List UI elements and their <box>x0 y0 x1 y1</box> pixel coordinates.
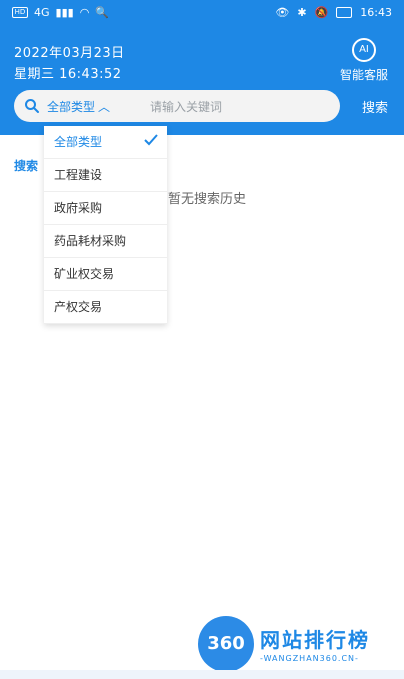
type-selector[interactable]: 全部类型 ︿ <box>47 98 110 115</box>
chevron-up-icon: ︿ <box>98 100 111 114</box>
dropdown-option-government-procurement[interactable]: 政府采购 <box>44 192 167 225</box>
dropdown-option-label: 药品耗材采购 <box>54 234 127 248</box>
date-text: 2022年03月23日 <box>14 46 125 61</box>
dropdown-option-mining-rights[interactable]: 矿业权交易 <box>44 258 167 291</box>
search-input[interactable]: 请输入关键词 <box>150 98 222 115</box>
dropdown-option-label: 矿业权交易 <box>54 267 115 281</box>
status-right: 👁 ✱ 🔕 16:43 <box>275 6 392 19</box>
eye-icon: 👁 <box>275 6 290 19</box>
dropdown-option-all[interactable]: 全部类型 <box>44 126 167 159</box>
hd-badge: HD <box>12 7 28 18</box>
empty-history-text: 暂无搜索历史 <box>168 192 247 207</box>
dropdown-option-label: 全部类型 <box>54 135 103 149</box>
wifi-icon: ◠ <box>79 6 90 19</box>
watermark-logo: 360 <box>198 616 254 672</box>
dropdown-option-engineering[interactable]: 工程建设 <box>44 159 167 192</box>
weekday-time-text: 星期三 16:43:52 <box>14 67 122 82</box>
bottom-nav-hint <box>0 670 404 679</box>
status-bar: HD 4G ▮▮▮ ◠ 🔍 👁 ✱ 🔕 16:43 <box>0 0 404 26</box>
header-bar: HD 4G ▮▮▮ ◠ 🔍 👁 ✱ 🔕 16:43 2022年03月23日 星期… <box>0 0 404 135</box>
search-app-icon: 🔍 <box>95 6 110 19</box>
mute-icon: 🔕 <box>314 6 329 19</box>
bluetooth-icon: ✱ <box>297 6 307 19</box>
dropdown-option-label: 产权交易 <box>54 300 103 314</box>
check-icon <box>144 134 158 146</box>
status-left: HD 4G ▮▮▮ ◠ 🔍 <box>12 6 109 19</box>
smart-service-button[interactable]: AI 智能客服 <box>340 38 388 83</box>
dropdown-option-label: 政府采购 <box>54 201 103 215</box>
signal-icon: ▮▮▮ <box>55 6 74 19</box>
dropdown-option-label: 工程建设 <box>54 168 103 182</box>
ai-icon: AI <box>351 38 376 62</box>
signal-4g-badge: 4G <box>34 6 50 19</box>
smart-service-label: 智能客服 <box>339 68 388 82</box>
type-dropdown: 全部类型 工程建设 政府采购 药品耗材采购 矿业权交易 产权交易 <box>44 126 167 324</box>
watermark-subtitle: -WANGZHAN360.CN- <box>260 654 359 663</box>
history-label: 搜索 <box>14 159 39 173</box>
watermark-title: 网站排行榜 <box>260 628 370 652</box>
watermark: 360 网站排行榜 -WANGZHAN360.CN- <box>190 612 404 679</box>
battery-icon <box>336 7 353 18</box>
search-icon <box>25 99 39 113</box>
status-time: 16:43 <box>360 6 392 19</box>
type-selected-label: 全部类型 <box>47 100 96 114</box>
dropdown-option-property-rights[interactable]: 产权交易 <box>44 291 167 324</box>
search-button[interactable]: 搜索 <box>362 97 388 116</box>
search-bar: 全部类型 ︿ 请输入关键词 <box>14 90 340 122</box>
dropdown-option-medicine-procurement[interactable]: 药品耗材采购 <box>44 225 167 258</box>
